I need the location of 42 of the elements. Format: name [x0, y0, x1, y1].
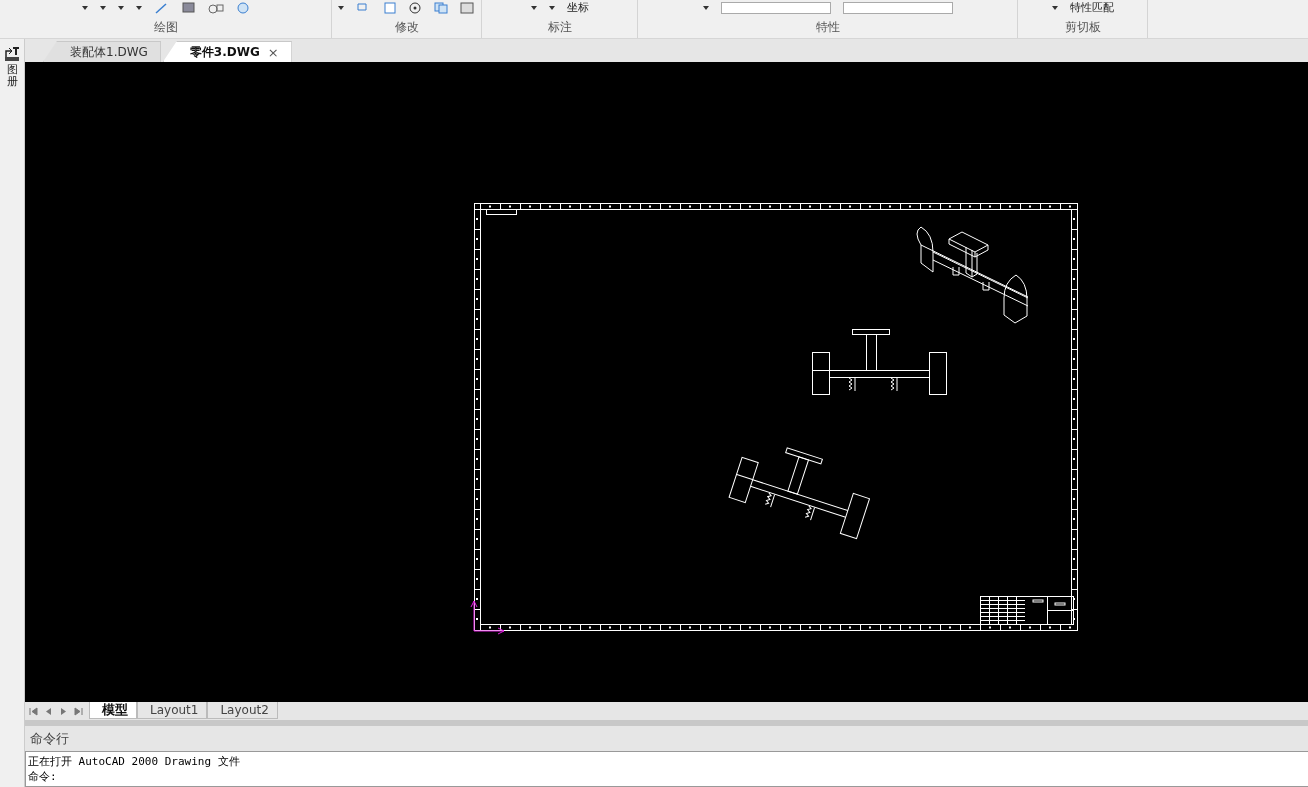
copy-tool-icon[interactable]	[432, 2, 448, 14]
command-output[interactable]: 正在打开 AutoCAD 2000 Drawing 文件 命令:	[25, 751, 1308, 787]
sheet-set-icon[interactable]	[4, 45, 20, 61]
scale-tool-icon[interactable]	[382, 2, 396, 14]
hatch-tool-icon[interactable]	[181, 2, 196, 14]
layer-field[interactable]	[720, 2, 831, 14]
caret-icon[interactable]	[338, 6, 344, 10]
layout-tab[interactable]: Layout2	[207, 702, 278, 719]
command-line-text: 正在打开 AutoCAD 2000 Drawing 文件	[28, 754, 241, 769]
caret-icon[interactable]	[135, 6, 142, 10]
close-tab-button[interactable]: ×	[267, 44, 279, 60]
side-panel-label[interactable]: 图册	[6, 64, 18, 89]
last-page-icon[interactable]	[74, 707, 83, 716]
shapes-tool-icon[interactable]	[207, 2, 224, 14]
caret-icon[interactable]	[117, 6, 124, 10]
caret-icon[interactable]	[702, 6, 709, 10]
ribbon-tool[interactable]: 特性匹配	[1069, 2, 1114, 14]
document-tab[interactable]: 零件3.DWG ×	[162, 41, 292, 62]
caret-icon[interactable]	[548, 6, 555, 10]
edit-tool-icon[interactable]	[460, 2, 475, 14]
caret-icon[interactable]	[99, 6, 106, 10]
next-page-icon[interactable]	[59, 707, 68, 716]
previous-page-icon[interactable]	[44, 707, 53, 716]
panel-label: 标注	[546, 19, 573, 36]
first-page-icon[interactable]	[29, 707, 38, 716]
region-tool-icon[interactable]	[235, 2, 250, 14]
panel-label: 修改	[393, 19, 420, 36]
linetype-field[interactable]	[842, 2, 953, 14]
layout-tab[interactable]: 模型	[89, 702, 137, 719]
layout-tab[interactable]: Layout1	[137, 702, 208, 719]
panel-label: 剪切板	[1063, 19, 1102, 36]
command-window-title: 命令行	[29, 730, 70, 748]
caret-icon[interactable]	[1051, 6, 1058, 10]
caret-icon[interactable]	[81, 6, 88, 10]
document-tab[interactable]: 装配体1.DWG	[43, 41, 161, 62]
panel-label: 绘图	[152, 19, 179, 36]
panel-label: 特性	[814, 19, 841, 36]
command-line-text: 命令:	[28, 769, 58, 784]
ucs-axis-icon	[470, 600, 505, 635]
ribbon-tool[interactable]: 坐标	[566, 2, 589, 14]
circle-tool-icon[interactable]	[407, 2, 421, 14]
caret-icon[interactable]	[530, 6, 537, 10]
